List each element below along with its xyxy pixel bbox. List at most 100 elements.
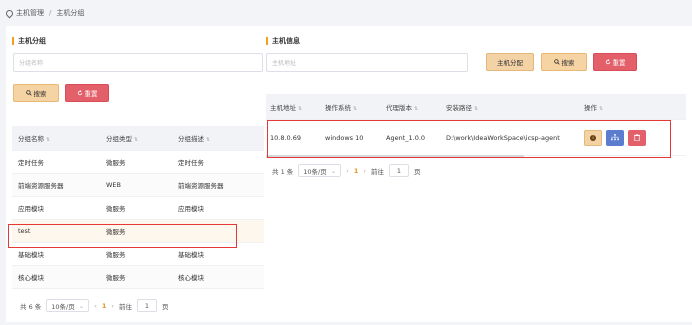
title-accent-bar bbox=[12, 37, 14, 45]
sort-icon: ⇅ bbox=[353, 105, 358, 112]
group-name-cell: 基础模块 bbox=[18, 251, 44, 259]
breadcrumb: 主机管理 / 主机分组 bbox=[4, 8, 85, 18]
next-page-icon[interactable]: › bbox=[363, 167, 366, 175]
search-icon bbox=[553, 59, 560, 65]
trash-icon bbox=[634, 134, 640, 141]
table-row-selected[interactable]: test 微服务 bbox=[12, 220, 264, 243]
group-reset-label: 重置 bbox=[84, 90, 98, 98]
table-row[interactable]: 前端资源服务器 WEB 前端资源服务器 bbox=[12, 174, 264, 197]
topology-button[interactable] bbox=[606, 129, 624, 146]
current-page[interactable]: 1 bbox=[354, 167, 359, 175]
column-header[interactable]: 分组描述 ⇅ bbox=[172, 133, 264, 143]
goto-page-input[interactable]: 1 bbox=[136, 299, 157, 312]
group-type-cell: 微服务 bbox=[106, 205, 126, 213]
prev-page-icon[interactable]: ‹ bbox=[346, 167, 349, 175]
refresh-icon bbox=[605, 59, 610, 65]
sort-icon: ⇅ bbox=[474, 105, 479, 112]
host-pagination: 共 1 条 10条/页 ⌄ ‹ 1 › 前往 1 页 bbox=[272, 164, 420, 177]
host-assign-label: 主机分配 bbox=[497, 59, 523, 67]
group-name-cell: 前端资源服务器 bbox=[18, 182, 64, 190]
search-icon bbox=[25, 90, 32, 96]
chevron-down-icon: ⌄ bbox=[330, 166, 337, 175]
host-reset-label: 重置 bbox=[612, 59, 626, 67]
breadcrumb-current: 主机分组 bbox=[56, 9, 85, 17]
page-size-select[interactable]: 10条/页 ⌄ bbox=[298, 164, 342, 177]
group-type-cell: 微服务 bbox=[106, 251, 126, 259]
host-search-label: 搜索 bbox=[561, 59, 575, 67]
group-desc-cell: 应用模块 bbox=[178, 205, 204, 213]
host-assign-button[interactable]: 主机分配 bbox=[486, 53, 534, 71]
sort-icon: ⇅ bbox=[414, 105, 419, 112]
group-type-cell: WEB bbox=[106, 181, 121, 189]
next-page-icon[interactable]: › bbox=[111, 302, 114, 310]
host-reset-button[interactable]: 重置 bbox=[593, 53, 637, 71]
sort-icon: ⇅ bbox=[134, 137, 139, 143]
column-header[interactable]: 操作系统 ⇅ bbox=[319, 102, 380, 112]
table-row[interactable]: 10.8.0.69 windows 10 Agent_1.0.0 D:\work… bbox=[266, 120, 686, 156]
table-row[interactable]: 定时任务 微服务 定时任务 bbox=[12, 151, 264, 174]
column-header[interactable]: 分组名称 ⇅ bbox=[12, 133, 100, 143]
host-address-input[interactable]: 主机地址 bbox=[266, 53, 468, 72]
host-address-cell: 10.8.0.69 bbox=[270, 133, 302, 142]
chevron-down-icon: ⌄ bbox=[78, 301, 85, 310]
refresh-icon bbox=[77, 90, 82, 96]
page-size-select[interactable]: 10条/页 ⌄ bbox=[46, 299, 90, 312]
sort-icon: ⇅ bbox=[46, 137, 51, 143]
column-header[interactable]: 操作 ⇅ bbox=[578, 102, 686, 112]
goto-unit: 页 bbox=[161, 302, 169, 311]
horizontal-scrollbar[interactable] bbox=[266, 155, 524, 158]
host-info-title: 主机信息 bbox=[266, 36, 300, 46]
host-group-title: 主机分组 bbox=[12, 36, 46, 46]
agent-version-cell: Agent_1.0.0 bbox=[386, 133, 426, 142]
sort-icon: ⇅ bbox=[599, 105, 604, 112]
group-desc-cell: 前端资源服务器 bbox=[178, 182, 224, 190]
info-icon: i bbox=[590, 134, 596, 141]
host-group-panel: 主机分组 分组名称 搜索 重置 分组名称 ⇅ 分组类型 ⇅ 分组描述 ⇅ 定时任务 微… bbox=[6, 26, 264, 322]
host-info-panel: 主机信息 主机地址 主机分配 搜索 重置 主机地址 ⇅ 操作系统 ⇅ 代理版本 ⇅ 安… bbox=[264, 26, 692, 322]
info-button[interactable]: i bbox=[584, 129, 602, 146]
goto-page-input[interactable]: 1 bbox=[388, 164, 409, 177]
column-header[interactable]: 分组类型 ⇅ bbox=[100, 133, 172, 143]
sitemap-icon bbox=[611, 134, 619, 141]
group-pagination: 共 6 条 10条/页 ⌄ ‹ 1 › 前往 1 页 bbox=[20, 299, 168, 312]
host-group-table: 分组名称 ⇅ 分组类型 ⇅ 分组描述 ⇅ 定时任务 微服务 定时任务 前端资源服务器 … bbox=[12, 126, 264, 289]
prev-page-icon[interactable]: ‹ bbox=[94, 302, 97, 310]
table-header: 分组名称 ⇅ 分组类型 ⇅ 分组描述 ⇅ bbox=[12, 126, 264, 151]
actions-cell: i bbox=[578, 129, 686, 146]
group-search-label: 搜索 bbox=[33, 90, 47, 98]
goto-label: 前往 bbox=[118, 302, 132, 311]
current-page[interactable]: 1 bbox=[102, 302, 107, 310]
breadcrumb-root[interactable]: 主机管理 bbox=[16, 8, 44, 18]
install-path-cell: D:\work\IdeaWorkSpace\icsp-agent bbox=[446, 133, 560, 142]
goto-unit: 页 bbox=[413, 167, 421, 176]
group-search-button[interactable]: 搜索 bbox=[13, 84, 59, 102]
breadcrumb-separator: / bbox=[49, 9, 52, 17]
table-row[interactable]: 应用模块 微服务 应用模块 bbox=[12, 197, 264, 220]
group-name-cell: 应用模块 bbox=[18, 205, 44, 213]
group-desc-cell: 核心模块 bbox=[178, 274, 204, 282]
group-name-input[interactable]: 分组名称 bbox=[13, 53, 263, 72]
group-desc-cell: 基础模块 bbox=[178, 251, 204, 259]
group-reset-button[interactable]: 重置 bbox=[65, 84, 109, 102]
delete-button[interactable] bbox=[628, 129, 646, 146]
pagination-total: 共 1 条 bbox=[272, 167, 294, 176]
group-desc-cell: 定时任务 bbox=[178, 159, 204, 167]
location-pin-icon bbox=[4, 8, 15, 18]
group-type-cell: 微服务 bbox=[106, 274, 126, 282]
sort-icon: ⇅ bbox=[206, 137, 211, 143]
host-search-button[interactable]: 搜索 bbox=[541, 53, 587, 71]
column-header[interactable]: 安装路径 ⇅ bbox=[440, 102, 578, 112]
group-name-cell: 核心模块 bbox=[18, 274, 44, 282]
group-type-cell: 微服务 bbox=[106, 159, 126, 167]
host-info-table: 主机地址 ⇅ 操作系统 ⇅ 代理版本 ⇅ 安装路径 ⇅ 操作 ⇅ 10.8.0.69 wi… bbox=[266, 94, 686, 156]
sort-icon: ⇅ bbox=[298, 105, 303, 112]
table-row[interactable]: 基础模块 微服务 基础模块 bbox=[12, 243, 264, 266]
column-header[interactable]: 主机地址 ⇅ bbox=[266, 102, 319, 112]
table-header: 主机地址 ⇅ 操作系统 ⇅ 代理版本 ⇅ 安装路径 ⇅ 操作 ⇅ bbox=[266, 94, 686, 120]
os-cell: windows 10 bbox=[325, 133, 364, 142]
table-row[interactable]: 核心模块 微服务 核心模块 bbox=[12, 266, 264, 289]
pagination-total: 共 6 条 bbox=[20, 302, 42, 311]
group-type-cell: 微服务 bbox=[106, 228, 126, 236]
host-group-title-text: 主机分组 bbox=[18, 37, 46, 45]
column-header[interactable]: 代理版本 ⇅ bbox=[380, 102, 440, 112]
